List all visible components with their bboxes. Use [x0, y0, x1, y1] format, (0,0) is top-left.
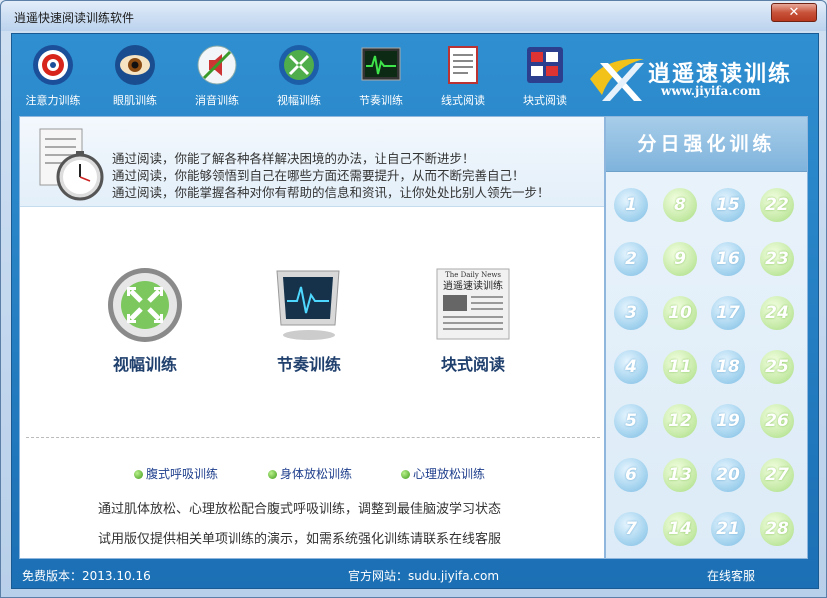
- day-button[interactable]: 3: [614, 296, 648, 330]
- day-button[interactable]: 12: [663, 404, 697, 438]
- document-stopwatch-icon: [39, 128, 104, 201]
- expand-arrows-icon: [279, 45, 319, 85]
- feature-label: 视幅训练: [112, 355, 177, 374]
- description-line: 通过肌体放松、心理放松配合腹式呼吸训练，调整到最佳脑波学习状态: [98, 502, 502, 517]
- toolbar-line-reading[interactable]: 线式阅读: [428, 34, 498, 114]
- description-line: 试用版仅提供相关单项训练的演示，如需系统强化训练请联系在线客服: [98, 532, 502, 547]
- toolbar-label: 节奏训练: [359, 94, 403, 107]
- day-button[interactable]: 6: [614, 458, 648, 492]
- day-button[interactable]: 26: [760, 404, 794, 438]
- eye-icon: [115, 45, 155, 85]
- expand-arrows-icon: [108, 268, 182, 342]
- link-mind-relax[interactable]: 心理放松训练: [401, 465, 485, 482]
- blocks-icon: [527, 47, 563, 83]
- day-button[interactable]: 28: [760, 512, 794, 546]
- day-button[interactable]: 18: [711, 350, 745, 384]
- day-button[interactable]: 4: [614, 350, 648, 384]
- online-service-link[interactable]: 在线客服: [707, 567, 755, 584]
- toolbar-label: 消音训练: [195, 94, 239, 107]
- mute-icon: [197, 45, 237, 85]
- feature-block-reading[interactable]: The Daily News 逍遥速读训练 块式阅读: [408, 265, 538, 375]
- day-button[interactable]: 24: [760, 296, 794, 330]
- toolbar-label: 块式阅读: [523, 94, 567, 107]
- day-button[interactable]: 13: [663, 458, 697, 492]
- monitor-wave-icon: [276, 270, 340, 340]
- title-bar: 逍遥快速阅读训练软件 ✕: [1, 1, 826, 31]
- day-button[interactable]: 11: [663, 350, 697, 384]
- day-button[interactable]: 19: [711, 404, 745, 438]
- toolbar-rhythm-training[interactable]: 节奏训练: [346, 34, 416, 114]
- logo-x-icon: [590, 58, 644, 101]
- feature-label: 块式阅读: [440, 355, 505, 374]
- monitor-wave-icon: [361, 47, 401, 81]
- day-button[interactable]: 5: [614, 404, 648, 438]
- green-dot-icon: [134, 470, 143, 479]
- day-button[interactable]: 25: [760, 350, 794, 384]
- day-button[interactable]: 16: [711, 242, 745, 276]
- toolbar-label: 线式阅读: [441, 94, 485, 107]
- document-lines-icon: [448, 46, 478, 84]
- app-window: 逍遥快速阅读训练软件 ✕ 注意力训练 眼肌训练 消音训练 视幅训练 节奏训练 线…: [0, 0, 827, 598]
- day-button[interactable]: 7: [614, 512, 648, 546]
- link-abdominal-breathing[interactable]: 腹式呼吸训练: [134, 465, 218, 482]
- toolbar-mute-training[interactable]: 消音训练: [182, 34, 252, 114]
- day-button[interactable]: 2: [614, 242, 648, 276]
- divider: [26, 437, 600, 438]
- day-button[interactable]: 10: [663, 296, 697, 330]
- day-button[interactable]: 23: [760, 242, 794, 276]
- toolbar-label: 视幅训练: [277, 94, 321, 107]
- day-button[interactable]: 14: [663, 512, 697, 546]
- day-button[interactable]: 27: [760, 458, 794, 492]
- link-body-relax[interactable]: 身体放松训练: [268, 465, 352, 482]
- feature-visual-span[interactable]: 视幅训练: [80, 265, 210, 375]
- toolbar-visual-span-training[interactable]: 视幅训练: [264, 34, 334, 114]
- day-button[interactable]: 15: [711, 188, 745, 222]
- feature-label: 节奏训练: [276, 355, 341, 374]
- day-button[interactable]: 17: [711, 296, 745, 330]
- daily-training-panel: 分日强化训练 1 8 15 22 2 9 16 23 3 10 17 24 4 11 18 25 5 12 19 26…: [605, 116, 808, 559]
- day-button[interactable]: 9: [663, 242, 697, 276]
- day-button[interactable]: 22: [760, 188, 794, 222]
- toolbar-label: 注意力训练: [25, 94, 81, 107]
- toolbar-label: 眼肌训练: [113, 94, 157, 107]
- main-panel: 通过阅读，你能了解各种各样解决困境的办法，让自己不断进步！ 通过阅读，你能够领悟…: [19, 116, 605, 559]
- close-button[interactable]: ✕: [771, 3, 817, 22]
- feature-rhythm[interactable]: 节奏训练: [244, 265, 374, 375]
- target-icon: [33, 45, 73, 85]
- toolbar-block-reading[interactable]: 块式阅读: [510, 34, 580, 114]
- daily-training-title: 分日强化训练: [606, 117, 807, 172]
- version-text: 免费版本：2013.10.16: [22, 569, 151, 583]
- green-dot-icon: [401, 470, 410, 479]
- day-button[interactable]: 21: [711, 512, 745, 546]
- banner-line: 通过阅读，你能掌握各种对你有帮助的信息和资讯，让你处处比别人领先一步！: [112, 185, 550, 200]
- newspaper-head: The Daily News: [445, 271, 501, 279]
- day-button[interactable]: 1: [614, 188, 648, 222]
- day-button[interactable]: 20: [711, 458, 745, 492]
- toolbar-eye-training[interactable]: 眼肌训练: [100, 34, 170, 114]
- newspaper-text: 逍遥速读训练: [443, 279, 503, 292]
- newspaper-icon: The Daily News 逍遥速读训练: [436, 268, 510, 340]
- day-button[interactable]: 8: [663, 188, 697, 222]
- banner: 通过阅读，你能了解各种各样解决困境的办法，让自己不断进步！ 通过阅读，你能够领悟…: [20, 117, 604, 207]
- toolbar-attention-training[interactable]: 注意力训练: [18, 34, 88, 114]
- logo-url: www.jiyifa.com: [661, 84, 761, 98]
- status-bar: 免费版本：2013.10.16 官方网站：sudu.jiyifa.com 在线客…: [12, 561, 818, 587]
- website-link[interactable]: 官方网站：sudu.jiyifa.com: [348, 567, 499, 584]
- green-dot-icon: [268, 470, 277, 479]
- window-title: 逍遥快速阅读训练软件: [14, 11, 135, 25]
